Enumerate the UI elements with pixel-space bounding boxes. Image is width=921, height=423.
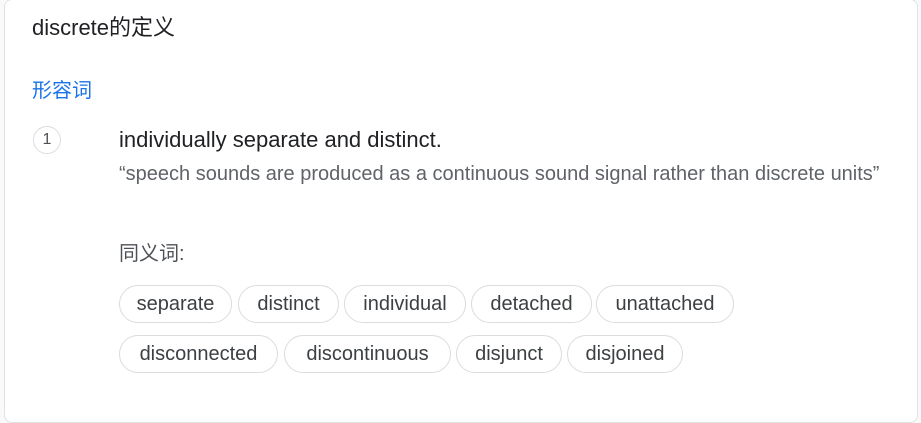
synonym-chip[interactable]: unattached	[596, 285, 734, 323]
card-title: discrete的定义	[32, 15, 176, 40]
sense-number-badge: 1	[33, 126, 61, 154]
synonym-chip[interactable]: disjoined	[567, 335, 683, 373]
definition-card: discrete的定义 形容词 1 individually separate …	[4, 0, 918, 423]
synonym-chip[interactable]: detached	[471, 285, 592, 323]
synonym-chip[interactable]: disjunct	[456, 335, 562, 373]
synonyms-label: 同义词:	[119, 243, 185, 265]
example-sentence: “speech sounds are produced as a continu…	[119, 163, 880, 185]
synonym-chip[interactable]: distinct	[238, 285, 339, 323]
synonym-chip[interactable]: disconnected	[119, 335, 278, 373]
synonym-chip[interactable]: individual	[344, 285, 466, 323]
part-of-speech: 形容词	[32, 80, 92, 102]
synonym-chip[interactable]: discontinuous	[284, 335, 451, 373]
synonym-chip[interactable]: separate	[119, 285, 232, 323]
definition-text: individually separate and distinct.	[119, 127, 442, 152]
